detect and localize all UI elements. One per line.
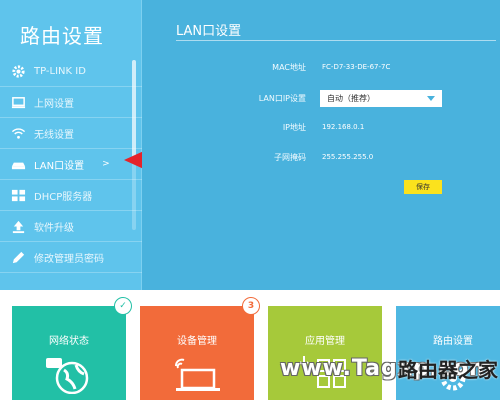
mask-label: 子网掩码 (274, 152, 306, 162)
tile-app-management[interactable]: 应用管理 (268, 306, 382, 400)
upload-icon (10, 218, 26, 234)
tile-label: 路由设置 (433, 336, 473, 347)
sidebar: 路由设置 TP-LINK ID 上网设置 无线设置 LAN口设置 > DHCP服… (0, 0, 142, 290)
sidebar-item-wireless[interactable]: 无线设置 (0, 118, 142, 149)
tile-network-status[interactable]: ✓ 网络状态 (12, 297, 132, 400)
sidebar-item-tplink-id[interactable]: TP-LINK ID (0, 56, 142, 87)
sidebar-item-dhcp[interactable]: DHCP服务器 (0, 180, 142, 211)
pencil-icon (10, 249, 26, 265)
sidebar-item-label: 无线设置 (34, 129, 74, 141)
title-divider (176, 40, 496, 41)
tile-device-management[interactable]: 3 设备管理 (140, 297, 260, 400)
lan-settings-panel: LAN口设置 MAC地址 FC-D7-33-DE-67-7C LAN口IP设置 … (142, 0, 500, 290)
sidebar-item-label: DHCP服务器 (34, 191, 93, 203)
tile-label: 网络状态 (49, 336, 89, 347)
sidebar-item-label: LAN口设置 (34, 160, 85, 172)
scrollbar-thumb[interactable] (132, 60, 136, 160)
check-badge: ✓ (114, 297, 132, 315)
ip-label: IP地址 (282, 122, 306, 132)
dhcp-icon (10, 187, 26, 203)
mac-row: MAC地址 FC-D7-33-DE-67-7C (176, 58, 476, 76)
save-button[interactable]: 保存 (404, 180, 442, 194)
chevron-right-icon: > (102, 159, 110, 169)
tile-router-settings[interactable]: 路由设置 (396, 306, 500, 400)
gear-icon (10, 63, 26, 79)
mac-label: MAC地址 (272, 62, 306, 72)
sidebar-scrollbar[interactable] (132, 60, 136, 230)
sidebar-item-admin-password[interactable]: 修改管理员密码 (0, 242, 142, 273)
monitor-icon (10, 94, 26, 110)
sidebar-item-internet[interactable]: 上网设置 (0, 87, 142, 118)
count-badge: 3 (242, 297, 260, 315)
globe-icon (46, 358, 89, 394)
wifi-icon (10, 125, 26, 141)
laptop-icon (175, 358, 220, 391)
mask-value: 255.255.255.0 (322, 153, 374, 161)
watermark-cn: 路由器之家 (398, 358, 498, 382)
ip-row: IP地址 192.168.0.1 (176, 118, 476, 136)
mac-value: FC-D7-33-DE-67-7C (322, 63, 391, 71)
ip-value: 192.168.0.1 (322, 123, 365, 131)
mask-row: 子网掩码 255.255.255.0 (176, 148, 476, 166)
ip-mode-label: LAN口IP设置 (258, 93, 306, 103)
tile-label: 应用管理 (305, 336, 345, 347)
router-icon (10, 156, 26, 172)
sidebar-item-label: 上网设置 (34, 98, 74, 110)
panel-title: LAN口设置 (176, 24, 242, 39)
sidebar-item-label: TP-LINK ID (34, 65, 86, 77)
tile-label: 设备管理 (177, 336, 217, 347)
sidebar-item-label: 修改管理员密码 (34, 253, 104, 265)
ip-mode-select[interactable]: 自动（推荐） (320, 89, 442, 107)
sidebar-item-label: 软件升级 (34, 222, 74, 234)
sidebar-item-upgrade[interactable]: 软件升级 (0, 211, 142, 242)
sidebar-title: 路由设置 (20, 24, 104, 48)
ip-mode-row: LAN口IP设置 自动（推荐） (176, 89, 476, 107)
ip-mode-selected: 自动（推荐） (327, 93, 375, 103)
caret-down-icon (427, 95, 435, 101)
